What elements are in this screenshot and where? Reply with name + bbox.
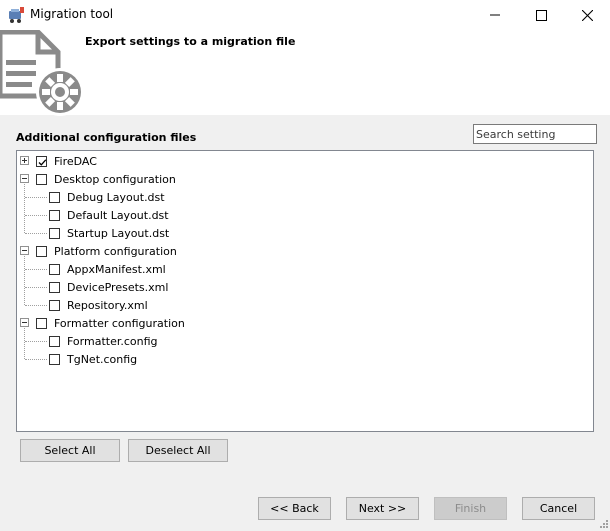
checkmark-icon (38, 158, 47, 166)
tree-node[interactable]: Platform configuration (36, 242, 177, 260)
checkbox[interactable] (49, 353, 60, 365)
tree-node[interactable]: Desktop configuration (36, 170, 176, 188)
tree-connector (25, 287, 47, 288)
window-title: Migration tool (30, 7, 114, 21)
tree-node-label: DevicePresets.xml (67, 280, 169, 294)
next-button[interactable]: Next >> (346, 497, 419, 520)
tree-child-node[interactable]: Repository.xml (49, 296, 148, 314)
collapse-icon[interactable] (20, 246, 29, 255)
tree-child-node[interactable]: Startup Layout.dst (49, 224, 169, 242)
select-all-button[interactable]: Select All (20, 439, 120, 462)
minimize-button[interactable] (472, 0, 518, 30)
section-label: Additional configuration files (16, 131, 197, 144)
maximize-icon (535, 9, 547, 21)
checkbox[interactable] (36, 173, 47, 185)
collapse-icon[interactable] (20, 174, 29, 183)
checkbox[interactable] (36, 245, 47, 257)
checkbox[interactable] (49, 263, 60, 275)
tree-connector (24, 184, 25, 233)
close-icon (581, 9, 593, 21)
minimize-icon (490, 14, 500, 16)
tree-child-node[interactable]: Formatter.config (49, 332, 158, 350)
checkbox[interactable] (49, 227, 60, 239)
resize-grip-icon[interactable] (598, 518, 608, 528)
tree-connector (25, 305, 47, 306)
checkbox[interactable] (49, 191, 60, 203)
tree-node-label: AppxManifest.xml (67, 262, 166, 276)
tree-child-node[interactable]: AppxManifest.xml (49, 260, 166, 278)
collapse-icon[interactable] (20, 318, 29, 327)
tree-child-node[interactable]: Default Layout.dst (49, 206, 169, 224)
back-button[interactable]: << Back (258, 497, 331, 520)
tree-connector (24, 328, 25, 359)
checkbox[interactable] (49, 209, 60, 221)
tree-connector (25, 215, 47, 216)
migration-tool-icon (7, 6, 25, 24)
tree-node-label: Default Layout.dst (67, 208, 169, 222)
tree-node[interactable]: Formatter configuration (36, 314, 185, 332)
page-title: Export settings to a migration file (85, 35, 296, 48)
tree-child-node[interactable]: DevicePresets.xml (49, 278, 168, 296)
close-button[interactable] (564, 0, 610, 30)
tree-node-label: FireDAC (54, 154, 97, 168)
tree-node-label: Formatter configuration (54, 316, 185, 330)
tree-node-label: Desktop configuration (54, 172, 176, 186)
finish-button[interactable]: Finish (434, 497, 507, 520)
tree-connector (25, 341, 47, 342)
checkbox[interactable] (36, 155, 47, 167)
tree-connector (25, 269, 47, 270)
checkbox[interactable] (49, 335, 60, 347)
tree-node-label: TgNet.config (67, 352, 138, 366)
expand-icon[interactable] (20, 156, 29, 165)
tree-child-node[interactable]: Debug Layout.dst (49, 188, 165, 206)
tree-connector (25, 233, 47, 234)
tree-node-label: Repository.xml (67, 298, 148, 312)
document-gear-icon (0, 29, 86, 116)
cancel-button[interactable]: Cancel (522, 497, 595, 520)
deselect-all-button[interactable]: Deselect All (128, 439, 228, 462)
maximize-button[interactable] (518, 0, 564, 30)
tree-node-label: Formatter.config (67, 334, 158, 348)
tree-connector (25, 197, 47, 198)
tree-connector (24, 256, 25, 305)
tree-node-label: Platform configuration (54, 244, 177, 258)
checkbox[interactable] (36, 317, 47, 329)
tree-node[interactable]: FireDAC (36, 152, 97, 170)
search-input[interactable] (473, 124, 597, 144)
checkbox[interactable] (49, 281, 60, 293)
config-files-tree[interactable]: FireDAC Desktop configuration Debug Layout… (16, 150, 594, 432)
checkbox[interactable] (49, 299, 60, 311)
tree-node-label: Debug Layout.dst (67, 190, 165, 204)
tree-node-label: Startup Layout.dst (67, 226, 170, 240)
tree-child-node[interactable]: TgNet.config (49, 350, 137, 368)
tree-connector (25, 359, 47, 360)
